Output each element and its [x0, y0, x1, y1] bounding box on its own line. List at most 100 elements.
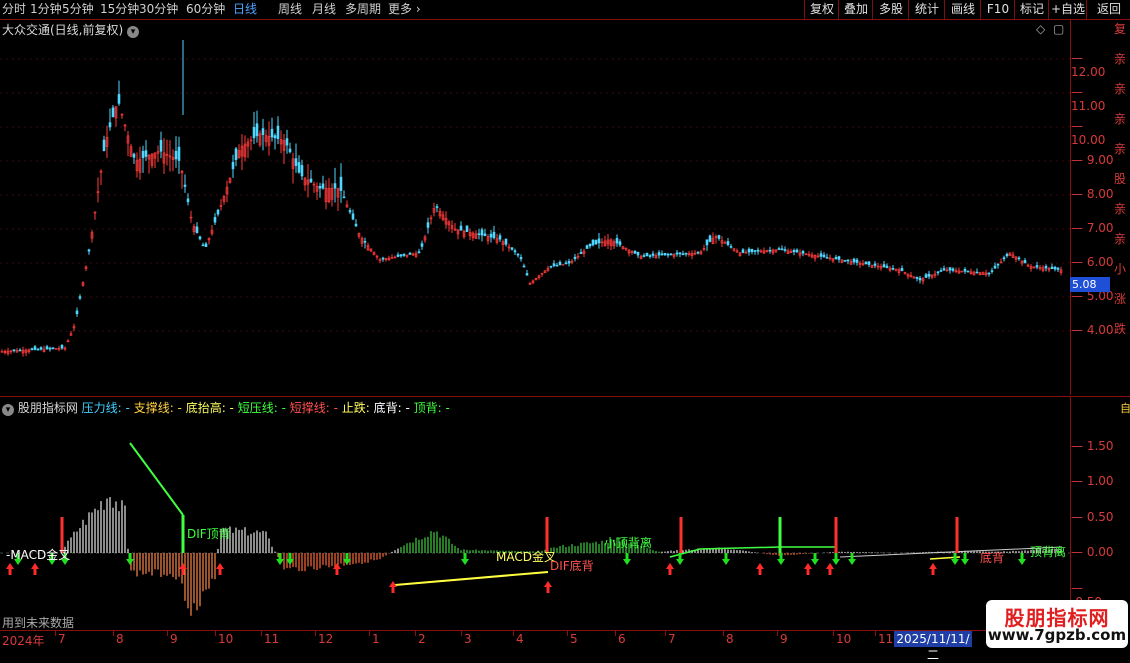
- candle-body: [864, 261, 868, 265]
- candle-body: [60, 345, 64, 349]
- side-glyph: 亲: [1114, 112, 1127, 126]
- time-tick: [513, 631, 514, 636]
- candle-body: [951, 268, 955, 271]
- period-tab[interactable]: 1分钟: [30, 1, 62, 18]
- candle-body: [1050, 266, 1054, 270]
- time-tick: [55, 631, 56, 636]
- toolbar-button[interactable]: 画线: [944, 0, 981, 19]
- cursor-date: 2025/11/11/二: [894, 631, 972, 662]
- candle-body: [111, 107, 115, 118]
- candle-body: [663, 252, 667, 256]
- candle-body: [12, 349, 16, 352]
- indicator-tick: — 0.50: [1071, 509, 1114, 524]
- price-tick: — 10.00: [1071, 119, 1106, 147]
- candle-body: [204, 243, 208, 247]
- indicator-chart[interactable]: [0, 397, 1070, 629]
- candle-body: [1002, 257, 1006, 260]
- down-arrow-icon: [126, 553, 134, 565]
- period-tab[interactable]: 月线: [312, 1, 336, 18]
- period-tab[interactable]: 5分钟: [62, 1, 94, 18]
- candle-body: [651, 253, 655, 256]
- up-arrow-icon: [756, 563, 764, 575]
- time-label: 2: [418, 632, 426, 646]
- toolbar-button[interactable]: 统计: [908, 0, 945, 19]
- up-arrow-icon: [389, 581, 397, 593]
- candle-body: [333, 183, 337, 189]
- candle-body: [354, 223, 358, 227]
- candle-body: [579, 252, 583, 254]
- period-tab[interactable]: 多周期: [345, 1, 381, 18]
- candle-body: [519, 257, 523, 260]
- period-tab[interactable]: 分时: [2, 1, 26, 18]
- candle-body: [753, 250, 757, 252]
- signal-label: MACD金叉: [496, 550, 556, 564]
- candle-body: [75, 310, 79, 315]
- candle-body: [966, 270, 970, 273]
- candle-body: [636, 251, 640, 256]
- signal-bar: [778, 517, 782, 553]
- side-glyph: 亲: [1114, 52, 1127, 66]
- candle-body: [408, 252, 412, 255]
- toolbar-button[interactable]: 复权: [804, 0, 839, 19]
- current-price-tag: 5.08: [1070, 277, 1110, 292]
- candle-body: [255, 123, 259, 137]
- candle-body: [642, 255, 646, 257]
- toolbar-button[interactable]: 返回: [1086, 0, 1130, 19]
- period-tab[interactable]: 60分钟: [186, 1, 225, 18]
- candle-body: [177, 146, 181, 161]
- candle-body: [1035, 265, 1039, 268]
- candle-body: [51, 347, 55, 349]
- candle-body: [276, 125, 280, 139]
- candlestick-chart[interactable]: [0, 20, 1070, 395]
- up-arrow-icon: [31, 563, 39, 575]
- toolbar-button[interactable]: 叠加: [838, 0, 873, 19]
- candle-body: [918, 277, 922, 281]
- period-tab[interactable]: 30分钟: [139, 1, 178, 18]
- candle-body: [36, 348, 40, 351]
- candle-body: [522, 265, 526, 268]
- candle-body: [195, 226, 199, 233]
- candle-body: [480, 229, 484, 236]
- candle-body: [990, 270, 994, 272]
- candle-body: [705, 239, 709, 246]
- candle-body: [318, 186, 322, 189]
- candle-body: [882, 264, 886, 268]
- toolbar-button[interactable]: F10: [980, 0, 1015, 19]
- time-label: 10: [836, 632, 852, 646]
- time-label: 2024年: [2, 634, 45, 648]
- side-glyph: 亲: [1114, 202, 1127, 216]
- candle-body: [285, 138, 289, 146]
- candle-body: [435, 206, 439, 208]
- candle-body: [294, 158, 298, 166]
- candle-body: [708, 235, 712, 242]
- candle-body: [492, 231, 496, 239]
- time-tick: [833, 631, 834, 636]
- period-tab[interactable]: 日线: [233, 1, 257, 18]
- toolbar-button[interactable]: 标记: [1014, 0, 1049, 19]
- candle-body: [891, 268, 895, 270]
- toolbar-button[interactable]: 多股: [872, 0, 909, 19]
- candle-body: [684, 252, 688, 255]
- candle-body: [633, 250, 637, 254]
- up-arrow-icon: [6, 563, 14, 575]
- candle-body: [48, 347, 52, 350]
- toolbar-button[interactable]: +自选: [1048, 0, 1087, 19]
- top-toolbar: 分时 1分钟 5分钟 15分钟 30分钟 60分钟 日线 周线 月线 多周期 更多 › 复权 叠加 多股…: [0, 0, 1130, 20]
- candle-body: [510, 247, 514, 250]
- candle-body: [261, 128, 265, 135]
- period-tab[interactable]: 更多 ›: [388, 1, 421, 18]
- down-arrow-icon: [1018, 553, 1026, 565]
- period-tab[interactable]: 周线: [278, 1, 302, 18]
- period-tab[interactable]: 15分钟: [100, 1, 139, 18]
- candle-body: [132, 153, 136, 158]
- time-label: 8: [116, 632, 124, 646]
- down-arrow-icon: [461, 553, 469, 565]
- candle-body: [867, 261, 871, 265]
- candle-body: [1023, 260, 1027, 264]
- candle-body: [102, 139, 106, 152]
- up-arrow-icon: [804, 563, 812, 575]
- candle-body: [198, 236, 202, 240]
- time-tick: [567, 631, 568, 636]
- indicator-tick: — 1.00: [1071, 474, 1114, 488]
- candle-body: [657, 252, 661, 256]
